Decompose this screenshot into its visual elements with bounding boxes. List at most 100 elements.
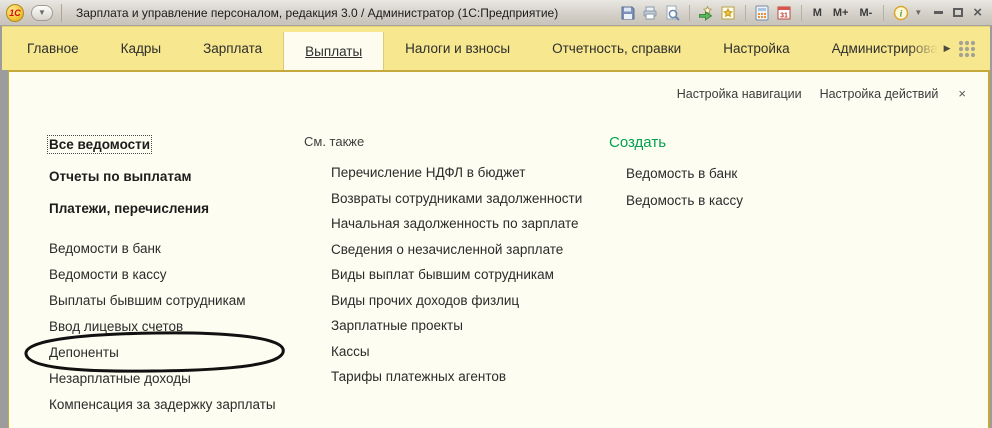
- list-item: Ввод лицевых счетов: [49, 313, 276, 339]
- title-bar: 1С ▼ Зарплата и управление персоналом, р…: [0, 0, 992, 26]
- tab-label: Главное: [27, 41, 79, 56]
- chevron-right-icon: ▶: [943, 43, 951, 53]
- divider: [800, 4, 802, 21]
- list-item: Сведения о незачисленной зарплате: [304, 237, 582, 263]
- tab-kadry[interactable]: Кадры: [100, 27, 182, 70]
- menu-item-perechislenie-ndfl[interactable]: Перечисление НДФЛ в бюджет: [331, 165, 525, 180]
- menu-item-tarify-platezhnykh-agentov[interactable]: Тарифы платежных агентов: [331, 369, 506, 384]
- menu-item-otchety-po-vyplatam[interactable]: Отчеты по выплатам: [49, 169, 192, 184]
- list-item: Ведомость в кассу: [609, 187, 743, 214]
- create-header: Создать: [609, 133, 667, 151]
- menu-item-vidy-prochikh-dokhodov[interactable]: Виды прочих доходов физлиц: [331, 293, 519, 308]
- tabs-overflow-arrow[interactable]: ▶: [944, 27, 957, 70]
- tab-label: Кадры: [120, 41, 162, 56]
- list-item: Перечисление НДФЛ в бюджет: [304, 160, 582, 186]
- tab-label: Выплаты: [305, 43, 363, 59]
- list-item: Кассы: [304, 339, 582, 365]
- tab-administrirovanie[interactable]: Администрирован: [811, 27, 944, 70]
- main-commands-column: Все ведомости Отчеты по выплатам Платежи…: [24, 128, 285, 417]
- minimize-button[interactable]: [934, 11, 944, 14]
- info-button[interactable]: i: [892, 4, 909, 21]
- list-item: Виды прочих доходов физлиц: [304, 288, 582, 314]
- menu-item-vedomosti-v-bank[interactable]: Ведомости в банк: [49, 241, 161, 256]
- section-tab-bar: Главное Кадры Зарплата Выплаты Налоги и …: [2, 26, 990, 70]
- menu-item-kompensatsiya-za-zaderzhku[interactable]: Компенсация за задержку зарплаты: [49, 397, 276, 412]
- divider: [688, 4, 690, 21]
- info-dropdown-icon[interactable]: ▼: [914, 8, 922, 17]
- tab-label: Отчетность, справки: [552, 41, 682, 56]
- calculator-button[interactable]: [754, 4, 771, 21]
- create-item-vedomost-v-kassu[interactable]: Ведомость в кассу: [626, 193, 743, 208]
- calculator-icon: [755, 5, 769, 20]
- tab-vyplaty[interactable]: Выплаты: [283, 32, 385, 70]
- create-column: Создать Ведомость в банк Ведомость в кас…: [609, 128, 743, 214]
- create-item-vedomost-v-bank[interactable]: Ведомость в банк: [626, 166, 737, 181]
- tab-glavnoe[interactable]: Главное: [6, 27, 100, 70]
- list-item: Платежи, перечисления: [49, 192, 276, 224]
- tab-zarplata[interactable]: Зарплата: [182, 27, 283, 70]
- menu-item-kassy[interactable]: Кассы: [331, 344, 370, 359]
- see-also-header: См. также: [304, 133, 365, 149]
- actions-settings-link[interactable]: Настройка действий: [820, 87, 939, 101]
- save-icon: [621, 6, 635, 19]
- all-functions-menu-button[interactable]: [957, 39, 977, 59]
- list-item: Ведомость в банк: [609, 160, 743, 187]
- see-also-column: См. также Перечисление НДФЛ в бюджет Воз…: [304, 128, 582, 390]
- menu-item-vse-vedomosti[interactable]: Все ведомости: [46, 134, 153, 154]
- group-gap: [49, 224, 276, 235]
- tab-label: Настройка: [723, 41, 790, 56]
- chevron-down-icon: ▼: [38, 8, 46, 17]
- list-item: Ведомости в банк: [49, 235, 276, 261]
- calendar-button[interactable]: 31: [776, 4, 793, 21]
- menu-item-deponenty[interactable]: Депоненты: [49, 345, 119, 360]
- print-preview-button[interactable]: [664, 4, 681, 21]
- memory-m-plus-button[interactable]: M+: [830, 7, 852, 19]
- memory-m-minus-button[interactable]: M-: [856, 7, 875, 19]
- menu-grid-icon: [958, 40, 975, 57]
- app-logo-1c-icon[interactable]: 1С: [6, 3, 24, 22]
- favorites-navigate-icon: [699, 4, 713, 21]
- info-icon: i: [893, 5, 909, 20]
- window-title: Зарплата и управление персоналом, редакц…: [76, 5, 559, 20]
- list-item: Отчеты по выплатам: [49, 160, 276, 192]
- favorites-add-button[interactable]: [720, 4, 737, 21]
- divider: [883, 4, 885, 21]
- maximize-button[interactable]: [953, 8, 964, 17]
- favorites-navigate-button[interactable]: [698, 4, 715, 21]
- tab-nalogi-i-vznosy[interactable]: Налоги и взносы: [384, 27, 531, 70]
- menu-item-vidy-vyplat-byvshim[interactable]: Виды выплат бывшим сотрудникам: [331, 267, 554, 282]
- tabbar-tools: [957, 27, 992, 70]
- menu-item-vozvraty-sotrudnikami[interactable]: Возвраты сотрудниками задолженности: [331, 191, 582, 206]
- divider: [61, 3, 62, 22]
- close-window-button[interactable]: ×: [973, 5, 982, 20]
- svg-text:31: 31: [780, 12, 788, 19]
- menu-item-platezhi-perechisleniya[interactable]: Платежи, перечисления: [49, 201, 209, 216]
- list-item: Зарплатные проекты: [304, 313, 582, 339]
- tab-otchetnost-spravki[interactable]: Отчетность, справки: [531, 27, 702, 70]
- tab-label: Администрирован: [831, 41, 940, 56]
- print-icon: [643, 6, 657, 19]
- favorites-add-icon: [721, 6, 735, 19]
- menu-item-zarplatnye-proekty[interactable]: Зарплатные проекты: [331, 318, 463, 333]
- nav-settings-link[interactable]: Настройка навигации: [677, 87, 802, 101]
- vyplaty-menu-panel: Настройка навигации Настройка действий ×…: [8, 70, 990, 428]
- panel-close-button[interactable]: ×: [956, 86, 968, 101]
- section-tabs: Главное Кадры Зарплата Выплаты Налоги и …: [2, 27, 957, 70]
- menu-item-vyplaty-byvshim-sotrudnikam[interactable]: Выплаты бывшим сотрудникам: [49, 293, 246, 308]
- list-item: Компенсация за задержку зарплаты: [49, 391, 276, 417]
- menu-item-vvod-litsevykh-schetov[interactable]: Ввод лицевых счетов: [49, 319, 183, 334]
- list-item: Выплаты бывшим сотрудникам: [49, 287, 276, 313]
- calendar-icon: 31: [777, 6, 791, 19]
- tab-nastroyka[interactable]: Настройка: [702, 27, 810, 70]
- save-button[interactable]: [620, 4, 637, 21]
- menu-item-svedeniya-o-nezachislennoy[interactable]: Сведения о незачисленной зарплате: [331, 242, 563, 257]
- system-menu-dropdown-button[interactable]: ▼: [31, 4, 53, 21]
- print-button[interactable]: [642, 4, 659, 21]
- menu-item-nachalnaya-zadolzhennost[interactable]: Начальная задолженность по зарплате: [331, 216, 579, 231]
- list-item: Возвраты сотрудниками задолженности: [304, 186, 582, 212]
- list-item: Все ведомости: [46, 128, 276, 160]
- list-item: Виды выплат бывшим сотрудникам: [304, 262, 582, 288]
- menu-item-vedomosti-v-kassu[interactable]: Ведомости в кассу: [49, 267, 167, 282]
- menu-item-nezarplatnye-dokhody[interactable]: Незарплатные доходы: [49, 371, 191, 386]
- memory-m-button[interactable]: M: [810, 7, 825, 19]
